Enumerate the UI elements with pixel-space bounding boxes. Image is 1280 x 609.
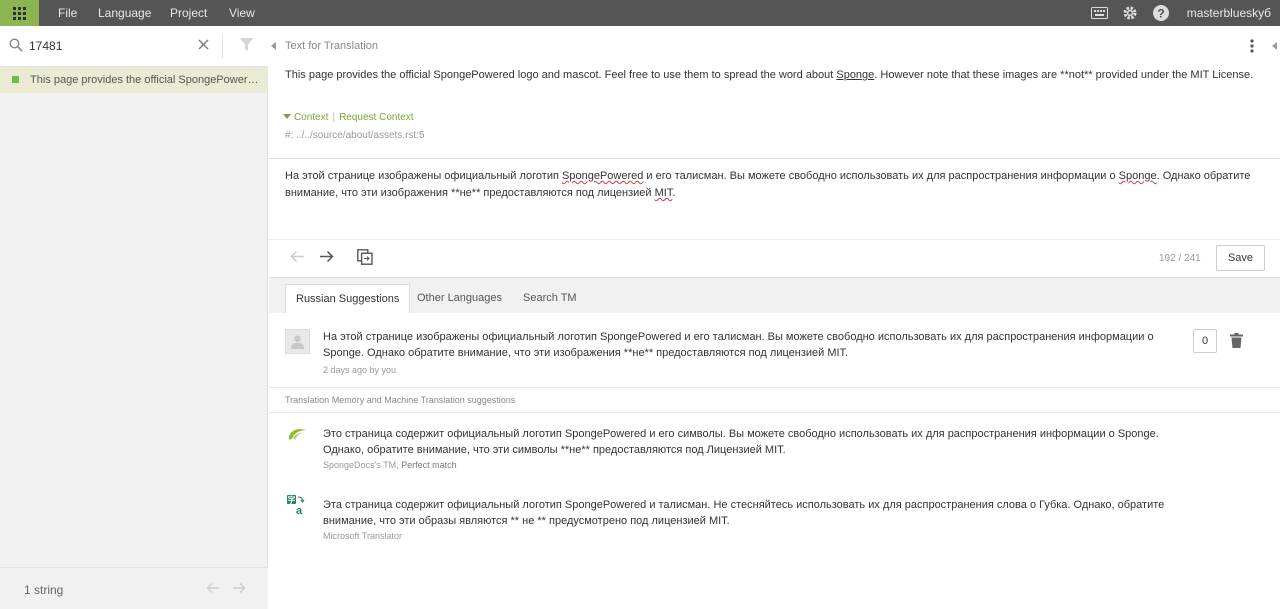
triangle-down-icon <box>283 114 291 119</box>
tab-russian-suggestions[interactable]: Russian Suggestions <box>285 284 411 313</box>
gear-icon[interactable] <box>1121 4 1139 22</box>
character-count: 192 / 241 <box>1159 253 1201 264</box>
menu-file[interactable]: File <box>58 6 77 20</box>
next-page-arrow-icon[interactable] <box>232 582 246 594</box>
filter-icon[interactable] <box>239 37 254 52</box>
string-list-item[interactable]: This page provides the official SpongePo… <box>0 67 268 93</box>
svg-text:?: ? <box>1157 7 1164 21</box>
copy-source-icon[interactable] <box>357 249 373 265</box>
keyboard-icon[interactable] <box>1090 4 1108 22</box>
suggestion-meta: SpongeDocs's TM, Perfect match <box>323 460 457 470</box>
svg-text:a: a <box>296 505 303 515</box>
source-section-title: Text for Translation <box>285 40 378 52</box>
context-links: Context | Request Context <box>283 112 414 123</box>
apps-grid-button[interactable] <box>0 0 39 26</box>
context-toggle[interactable]: Context <box>283 112 328 123</box>
translation-textarea[interactable]: На этой странице изображены официальный … <box>285 168 1265 202</box>
previous-string-arrow-icon[interactable] <box>290 250 305 263</box>
grid-icon <box>13 6 26 20</box>
suggestion-meta: 2 days ago by you <box>323 365 397 375</box>
menu-project[interactable]: Project <box>170 6 207 20</box>
translated-status-indicator <box>12 76 19 83</box>
collapse-left-icon[interactable] <box>271 42 277 50</box>
search-bar <box>0 26 268 67</box>
username[interactable]: masterblueskyб <box>1187 6 1271 20</box>
string-count: 1 string <box>24 583 64 597</box>
tab-other-languages[interactable]: Other Languages <box>407 284 512 313</box>
user-icon <box>291 335 304 349</box>
suggestion-text[interactable]: На этой странице изображены официальный … <box>323 329 1183 361</box>
search-icon <box>9 38 23 52</box>
divider <box>269 239 1280 240</box>
suggestion-tabs: Russian Suggestions Other Languages Sear… <box>269 277 1280 313</box>
machine-translation-icon: 字a <box>287 495 305 515</box>
vote-count-box[interactable]: 0 <box>1193 329 1217 353</box>
divider <box>269 158 1280 159</box>
next-string-arrow-icon[interactable] <box>319 250 334 263</box>
string-list-footer: 1 string <box>0 567 268 609</box>
collapse-right-icon[interactable] <box>1272 42 1278 50</box>
tm-suggestions-header: Translation Memory and Machine Translati… <box>269 387 1280 413</box>
string-item-text: This page provides the official SpongePo… <box>30 74 260 86</box>
source-text: This page provides the official SpongePo… <box>285 69 1254 81</box>
source-location: #: ../../source/about/assets.rst:5 <box>285 130 425 141</box>
request-context-link[interactable]: Request Context <box>339 112 414 123</box>
prev-page-arrow-icon[interactable] <box>206 582 220 594</box>
menu-language[interactable]: Language <box>98 6 151 20</box>
help-icon[interactable]: ? <box>1152 4 1170 22</box>
suggestion-text[interactable]: Эта страница содержит официальный логоти… <box>323 497 1183 529</box>
menu-view[interactable]: View <box>229 6 255 20</box>
trash-icon[interactable] <box>1230 333 1243 348</box>
suggestion-meta: Microsoft Translator <box>323 531 403 541</box>
avatar <box>285 329 310 354</box>
string-list-panel: This page provides the official SpongePo… <box>0 26 268 609</box>
clear-search-icon[interactable] <box>198 39 209 50</box>
editor-panel: Text for Translation This page provides … <box>269 26 1280 609</box>
svg-text:字: 字 <box>288 495 296 505</box>
search-input[interactable] <box>29 37 189 55</box>
tab-search-tm[interactable]: Search TM <box>513 284 587 313</box>
divider <box>222 34 223 59</box>
save-button[interactable]: Save <box>1216 245 1265 271</box>
translation-memory-icon <box>289 429 306 440</box>
suggestion-text[interactable]: Это страница содержит официальный логоти… <box>323 426 1183 458</box>
top-bar: File Language Project View ? masterblues… <box>0 0 1280 26</box>
more-options-icon[interactable] <box>1250 39 1254 53</box>
